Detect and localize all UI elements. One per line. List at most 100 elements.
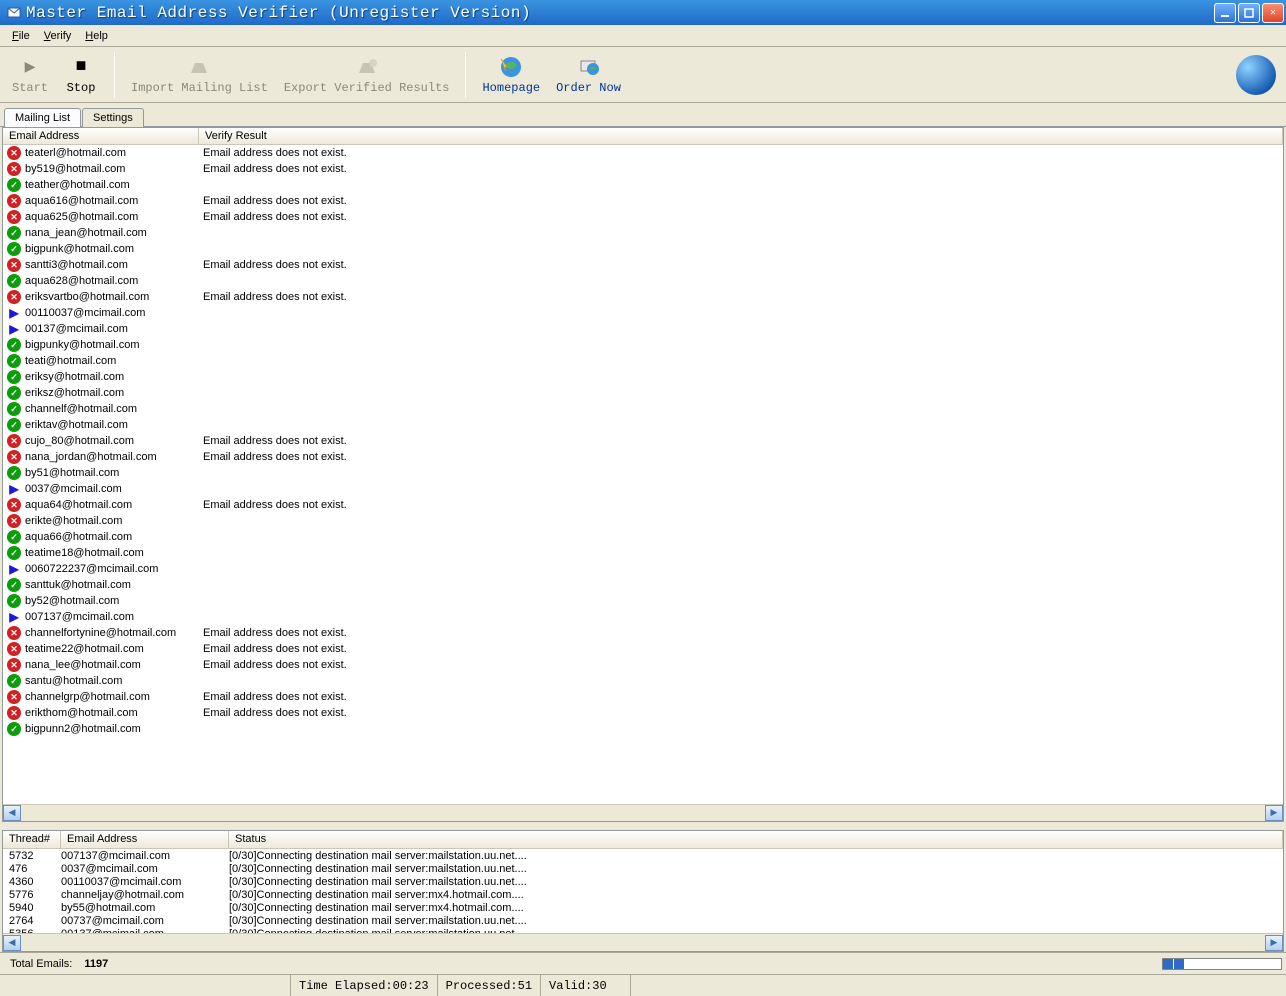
table-row[interactable]: ✕aqua616@hotmail.comEmail address does n…: [3, 193, 1283, 209]
table-row[interactable]: ✕nana_jordan@hotmail.comEmail address do…: [3, 449, 1283, 465]
table-row[interactable]: 276400737@mcimail.com[0/30]Connecting de…: [3, 914, 1283, 927]
table-row[interactable]: ▶0060722237@mcimail.com: [3, 561, 1283, 577]
thread-email-cell: 00737@mcimail.com: [61, 915, 229, 927]
table-row[interactable]: ✓bigpunk@hotmail.com: [3, 241, 1283, 257]
scroll-left-button[interactable]: ◀: [3, 935, 21, 951]
thread-list-body[interactable]: 5732007137@mcimail.com[0/30]Connecting d…: [3, 849, 1283, 933]
table-row[interactable]: ✕by519@hotmail.comEmail address does not…: [3, 161, 1283, 177]
email-cell: channelf@hotmail.com: [25, 403, 137, 415]
table-row[interactable]: ✕channelfortynine@hotmail.comEmail addre…: [3, 625, 1283, 641]
table-row[interactable]: ✓eriksz@hotmail.com: [3, 385, 1283, 401]
email-cell: santti3@hotmail.com: [25, 259, 128, 271]
status-ok-icon: ✓: [7, 594, 21, 608]
email-cell: aqua625@hotmail.com: [25, 211, 138, 223]
thread-status-cell: [0/30]Connecting destination mail server…: [229, 850, 1283, 862]
thread-status-cell: [0/30]Connecting destination mail server…: [229, 915, 1283, 927]
table-row[interactable]: 5940by55@hotmail.com[0/30]Connecting des…: [3, 901, 1283, 914]
column-email[interactable]: Email Address: [3, 128, 199, 144]
status-fail-icon: ✕: [7, 258, 21, 272]
column-thread[interactable]: Thread#: [3, 831, 61, 848]
scroll-track[interactable]: [21, 935, 1265, 951]
email-cell: teatime22@hotmail.com: [25, 643, 144, 655]
table-row[interactable]: ✓nana_jean@hotmail.com: [3, 225, 1283, 241]
table-row[interactable]: ✕nana_lee@hotmail.comEmail address does …: [3, 657, 1283, 673]
table-row[interactable]: ✕aqua625@hotmail.comEmail address does n…: [3, 209, 1283, 225]
table-row[interactable]: ✓by51@hotmail.com: [3, 465, 1283, 481]
table-row[interactable]: ▶00137@mcimail.com: [3, 321, 1283, 337]
table-row[interactable]: 436000110037@mcimail.com[0/30]Connecting…: [3, 875, 1283, 888]
table-row[interactable]: ▶0037@mcimail.com: [3, 481, 1283, 497]
status-fail-icon: ✕: [7, 706, 21, 720]
table-row[interactable]: ✓teatime18@hotmail.com: [3, 545, 1283, 561]
minimize-button[interactable]: [1214, 3, 1236, 23]
table-row[interactable]: ✕erikte@hotmail.com: [3, 513, 1283, 529]
email-cell: nana_lee@hotmail.com: [25, 659, 141, 671]
scroll-track[interactable]: [21, 805, 1265, 821]
menu-help[interactable]: Help: [79, 28, 114, 44]
table-row[interactable]: ▶00110037@mcimail.com: [3, 305, 1283, 321]
table-row[interactable]: 4760037@mcimail.com[0/30]Connecting dest…: [3, 862, 1283, 875]
status-ok-icon: ✓: [7, 274, 21, 288]
table-row[interactable]: ▶007137@mcimail.com: [3, 609, 1283, 625]
export-button[interactable]: Export Verified Results: [276, 53, 458, 97]
table-row[interactable]: ✓teather@hotmail.com: [3, 177, 1283, 193]
email-cell: 0060722237@mcimail.com: [25, 563, 158, 575]
table-row[interactable]: ✕teatime22@hotmail.comEmail address does…: [3, 641, 1283, 657]
tab-mailing-list[interactable]: Mailing List: [4, 108, 81, 127]
scroll-left-button[interactable]: ◀: [3, 805, 21, 821]
thread-id-cell: 5940: [3, 902, 61, 914]
table-row[interactable]: ✕channelgrp@hotmail.comEmail address doe…: [3, 689, 1283, 705]
table-row[interactable]: ✓eriktav@hotmail.com: [3, 417, 1283, 433]
menu-verify[interactable]: Verify: [38, 28, 78, 44]
result-cell: Email address does not exist.: [199, 195, 699, 207]
table-row[interactable]: ✕santti3@hotmail.comEmail address does n…: [3, 257, 1283, 273]
table-row[interactable]: ✓teati@hotmail.com: [3, 353, 1283, 369]
status-pending-icon: ▶: [7, 322, 21, 336]
table-row[interactable]: ✓bigpunn2@hotmail.com: [3, 721, 1283, 737]
status-fail-icon: ✕: [7, 434, 21, 448]
table-row[interactable]: ✓aqua628@hotmail.com: [3, 273, 1283, 289]
maximize-button[interactable]: [1238, 3, 1260, 23]
column-thread-status[interactable]: Status: [229, 831, 1283, 848]
table-row[interactable]: ✓by52@hotmail.com: [3, 593, 1283, 609]
table-row[interactable]: ✕aqua64@hotmail.comEmail address does no…: [3, 497, 1283, 513]
email-hscroll[interactable]: ◀ ▶: [3, 804, 1283, 821]
homepage-button[interactable]: Homepage: [474, 53, 548, 97]
table-row[interactable]: 5732007137@mcimail.com[0/30]Connecting d…: [3, 849, 1283, 862]
import-button[interactable]: Import Mailing List: [123, 53, 276, 97]
order-button[interactable]: Order Now: [548, 53, 629, 97]
table-row[interactable]: ✓aqua66@hotmail.com: [3, 529, 1283, 545]
status-ok-icon: ✓: [7, 674, 21, 688]
table-row[interactable]: ✓ bigpunky@hotmail.com: [3, 337, 1283, 353]
thread-email-cell: by55@hotmail.com: [61, 902, 229, 914]
email-list-body[interactable]: ✕teaterl@hotmail.comEmail address does n…: [3, 145, 1283, 804]
thread-hscroll[interactable]: ◀ ▶: [3, 933, 1283, 951]
table-row[interactable]: ✓santu@hotmail.com: [3, 673, 1283, 689]
thread-id-cell: 476: [3, 863, 61, 875]
table-row[interactable]: ✕eriksvartbo@hotmail.comEmail address do…: [3, 289, 1283, 305]
table-row[interactable]: ✕cujo_80@hotmail.comEmail address does n…: [3, 433, 1283, 449]
menu-file[interactable]: File: [6, 28, 36, 44]
table-row[interactable]: ✓santtuk@hotmail.com: [3, 577, 1283, 593]
toolbar: ▶ Start ■ Stop Import Mailing List Expor…: [0, 47, 1286, 103]
stop-button[interactable]: ■ Stop: [56, 53, 106, 97]
email-cell: bigpunk@hotmail.com: [25, 243, 134, 255]
table-row[interactable]: ✓eriksy@hotmail.com: [3, 369, 1283, 385]
status-ok-icon: ✓: [7, 338, 21, 352]
scroll-right-button[interactable]: ▶: [1265, 805, 1283, 821]
column-result[interactable]: Verify Result: [199, 128, 1283, 144]
scroll-right-button[interactable]: ▶: [1265, 935, 1283, 951]
close-button[interactable]: ✕: [1262, 3, 1284, 23]
status-ok-icon: ✓: [7, 354, 21, 368]
splitter[interactable]: [0, 822, 1286, 830]
statusbar: Total Emails: 1197: [0, 952, 1286, 974]
start-button[interactable]: ▶ Start: [4, 53, 56, 97]
column-thread-email[interactable]: Email Address: [61, 831, 229, 848]
table-row[interactable]: 5776channeljay@hotmail.com[0/30]Connecti…: [3, 888, 1283, 901]
email-cell: bigpunky@hotmail.com: [25, 339, 140, 351]
table-row[interactable]: ✕teaterl@hotmail.comEmail address does n…: [3, 145, 1283, 161]
table-row[interactable]: ✓channelf@hotmail.com: [3, 401, 1283, 417]
tab-settings[interactable]: Settings: [82, 108, 144, 127]
email-list-header: Email Address Verify Result: [3, 128, 1283, 145]
table-row[interactable]: ✕erikthom@hotmail.comEmail address does …: [3, 705, 1283, 721]
